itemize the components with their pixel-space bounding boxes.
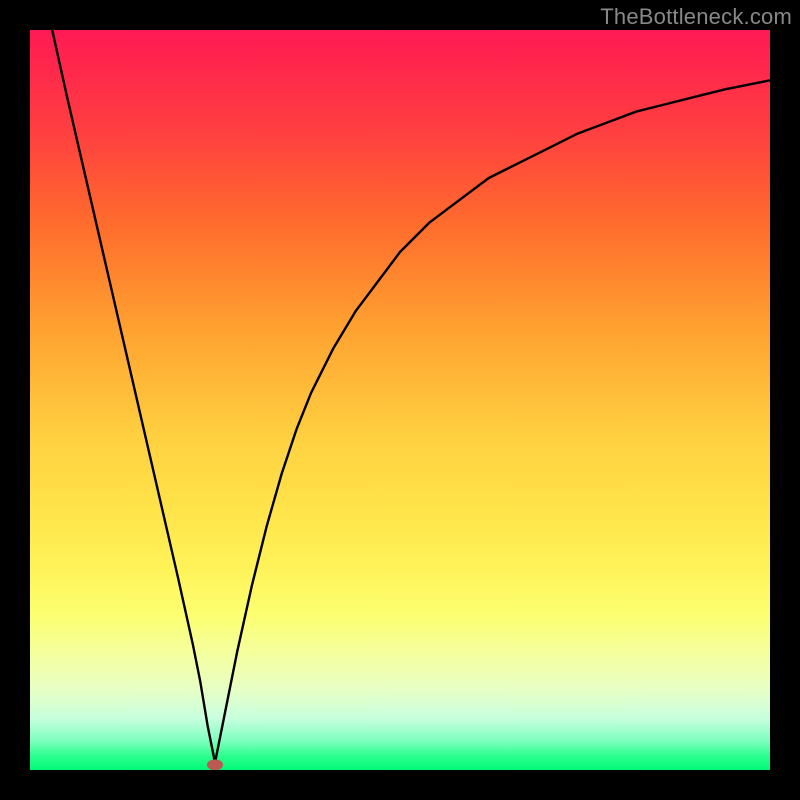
curve-layer xyxy=(30,30,770,770)
minimum-marker xyxy=(207,759,223,770)
plot-area xyxy=(30,30,770,770)
attribution-label: TheBottleneck.com xyxy=(600,4,792,30)
chart-frame: TheBottleneck.com xyxy=(0,0,800,800)
bottleneck-curve xyxy=(52,30,770,763)
